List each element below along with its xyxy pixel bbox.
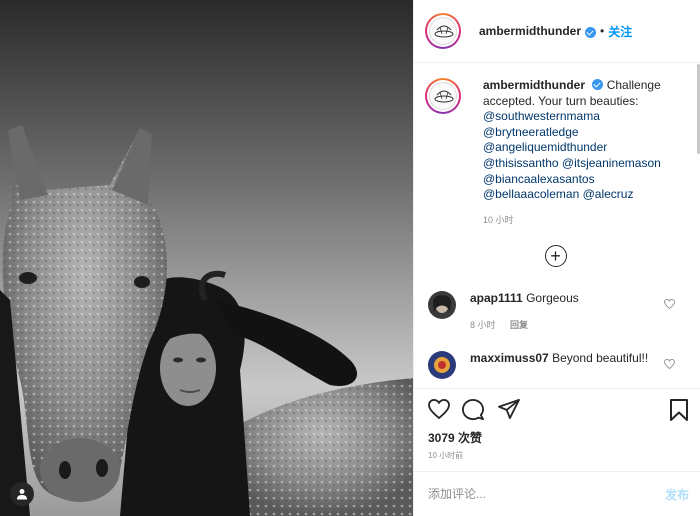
commenter-avatar[interactable] xyxy=(428,351,456,380)
load-more-comments[interactable]: + xyxy=(414,245,697,268)
avatar-logo-icon xyxy=(434,25,454,38)
comment-username[interactable]: maxximuss07 xyxy=(470,351,549,365)
comment-row: maxximuss07 Beyond beautiful!! xyxy=(414,351,697,380)
reply-button[interactable]: 回复 xyxy=(510,320,528,330)
post-photo[interactable] xyxy=(0,0,413,516)
posted-time[interactable]: 10 小时前 xyxy=(428,450,463,461)
comments-list[interactable]: ambermidthunder Challenge accepted. Your… xyxy=(414,64,697,387)
post-header: ambermidthunder • 关注 xyxy=(414,0,700,63)
avatar-photo xyxy=(428,351,456,380)
mention-link[interactable]: @bellaaacoleman xyxy=(483,187,579,201)
caption-avatar[interactable] xyxy=(425,78,461,114)
verified-badge-icon xyxy=(592,79,604,90)
follow-button[interactable]: 关注 xyxy=(608,23,632,40)
comment-box: 发布 xyxy=(414,471,700,516)
mention-link[interactable]: @itsjeaninemason xyxy=(562,156,661,170)
heart-icon[interactable] xyxy=(428,399,450,419)
photo-image xyxy=(0,0,413,516)
avatar[interactable] xyxy=(425,13,461,49)
mention-link[interactable]: @thisissantho xyxy=(483,156,559,170)
heart-icon[interactable] xyxy=(664,299,675,310)
user-tag-icon xyxy=(17,489,27,500)
commenter-avatar[interactable] xyxy=(428,291,456,320)
action-bar xyxy=(414,388,700,428)
caption-time[interactable]: 10 小时 xyxy=(483,213,683,229)
plus-circle-icon: + xyxy=(544,245,567,268)
comment-bubble-icon[interactable] xyxy=(462,399,484,421)
post-panel: ambermidthunder • 关注 ambermidthunder Cha… xyxy=(413,0,700,516)
mention-link[interactable]: @angeliquemidthunder xyxy=(483,140,607,154)
comment-text: Beyond beautiful!! xyxy=(552,351,649,366)
comment-time[interactable]: 8 小时 xyxy=(470,320,496,330)
comment-username[interactable]: apap1111 xyxy=(470,291,523,305)
post-comment-button[interactable]: 发布 xyxy=(665,486,689,503)
caption-username[interactable]: ambermidthunder xyxy=(483,78,585,92)
caption: ambermidthunder Challenge accepted. Your… xyxy=(414,64,697,228)
comment-row: apap1111 Gorgeous 8 小时 回复 xyxy=(414,291,697,333)
avatar-photo xyxy=(428,291,456,320)
mention-link[interactable]: @brytneeratledge xyxy=(483,125,579,139)
verified-badge-icon xyxy=(585,26,597,38)
like-count[interactable]: 3079 次赞 xyxy=(428,429,482,446)
mention-link[interactable]: @biancaalexasantos xyxy=(483,172,595,186)
comment-text: Gorgeous xyxy=(526,291,579,306)
mention-link[interactable]: @southwesternmama xyxy=(483,109,600,123)
avatar-logo-icon xyxy=(434,90,454,103)
bookmark-icon[interactable] xyxy=(670,399,688,421)
heart-icon[interactable] xyxy=(664,359,675,370)
header-username[interactable]: ambermidthunder xyxy=(479,24,581,38)
comment-input[interactable] xyxy=(428,487,665,501)
separator: • xyxy=(600,24,605,38)
paper-plane-icon[interactable] xyxy=(498,399,520,419)
mention-link[interactable]: @alecruz xyxy=(583,187,634,201)
user-tag-button[interactable] xyxy=(10,482,34,506)
